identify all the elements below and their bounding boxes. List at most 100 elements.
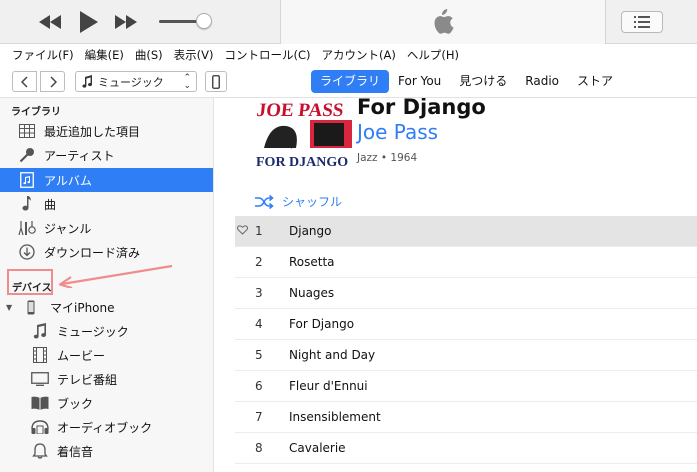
track-number: 5 [255,348,263,362]
menu-controls[interactable]: コントロール(C) [224,47,310,63]
audiobook-icon [31,418,49,436]
play-icon [80,11,98,33]
menu-account[interactable]: アカウント(A) [321,47,395,63]
track-name: Rosetta [289,255,335,269]
menu-edit[interactable]: 編集(E) [85,47,124,63]
apple-logo-icon [434,9,454,34]
tv-icon [31,370,49,388]
track-name: Cavalerie [289,441,346,455]
track-number: 1 [255,224,263,238]
media-type-select[interactable]: ミュージック ⌃ ⌄ [75,71,197,92]
sidebar-item-recently-added[interactable]: 最近追加した項目 [0,119,213,143]
sidebar-item-downloaded[interactable]: ダウンロード済み [0,240,213,264]
heart-icon[interactable] [237,225,248,235]
track-row[interactable]: 1 Django [235,216,697,247]
sidebar-item-genres[interactable]: ジャンル [0,216,213,240]
sidebar-item-label: 曲 [44,197,57,212]
menu-view[interactable]: 表示(V) [174,47,214,63]
track-row[interactable]: 4 For Django [235,309,697,340]
sidebar-item-albums[interactable]: アルバム [0,168,213,192]
rewind-button[interactable] [38,10,62,34]
sidebar-device-audiobooks[interactable]: オーディオブック [0,415,213,439]
track-row[interactable]: 8 Cavalerie [235,433,697,464]
album-artist-link[interactable]: Joe Pass [357,120,438,144]
book-icon [31,394,49,412]
chevron-right-icon [49,75,57,88]
annotation-arrow-icon [58,264,173,288]
updown-chevron-icon: ⌃ ⌄ [183,73,191,91]
sidebar-device-ringtones[interactable]: 着信音 [0,439,213,463]
chevron-left-icon [20,75,28,88]
device-name: マイiPhone [50,300,115,315]
library-tabs: ライブラリ For You 見つける Radio ストア [311,70,622,93]
menu-song[interactable]: 曲(S) [135,47,163,63]
menu-help[interactable]: ヘルプ(H) [407,47,459,63]
shuffle-button[interactable]: シャッフル [254,193,342,210]
sidebar-item-my-iphone[interactable]: ▼ マイiPhone [0,295,213,319]
annotation-highlight-box [7,269,53,295]
list-icon [634,16,650,28]
device-button[interactable] [205,71,227,92]
bell-icon [31,442,49,460]
track-row[interactable]: 2 Rosetta [235,247,697,278]
sidebar-item-label: ブック [57,396,94,411]
sidebar-item-label: ミュージック [57,324,129,339]
back-button[interactable] [12,71,37,92]
sidebar-device-movies[interactable]: ムービー [0,343,213,367]
sidebar-item-label: テレビ番組 [57,372,118,387]
track-name: Nuages [289,286,335,300]
iphone-icon [212,74,220,89]
track-number: 2 [255,255,263,269]
genre-icon [18,219,36,237]
grid-icon [18,122,36,140]
sidebar-item-label: オーディオブック [57,420,153,435]
fast-forward-icon [115,15,137,29]
iphone-icon [22,298,40,316]
sidebar-item-artists[interactable]: アーティスト [0,143,213,167]
menu-file[interactable]: ファイル(F) [12,47,74,63]
download-icon [18,243,36,261]
sidebar-device-books[interactable]: ブック [0,391,213,415]
track-list: 1 Django 2 Rosetta 3 Nuages 4 For Django… [235,216,697,464]
shuffle-label: シャッフル [282,195,343,209]
track-name: Fleur d'Ennui [289,379,368,393]
track-row[interactable]: 3 Nuages [235,278,697,309]
track-row[interactable]: 6 Fleur d'Ennui [235,371,697,402]
media-type-label: ミュージック [98,75,164,89]
track-name: Django [289,224,332,238]
tab-for-you[interactable]: For You [389,70,450,93]
album-title: For Django [357,98,486,119]
up-next-list-button[interactable] [621,11,663,33]
film-icon [31,346,49,364]
sidebar-device-tv-shows[interactable]: テレビ番組 [0,367,213,391]
sidebar-device-music[interactable]: ミュージック [0,319,213,343]
volume-slider-knob[interactable] [196,13,212,29]
track-name: Night and Day [289,348,376,362]
microphone-icon [18,146,36,164]
tab-browse[interactable]: 見つける [450,70,516,93]
rewind-icon [39,15,61,29]
tab-store[interactable]: ストア [568,70,622,93]
fast-forward-button[interactable] [114,10,138,34]
cover-title-top: JOE PASS [256,100,345,121]
sidebar-item-label: アルバム [44,173,92,188]
album-detail-pane: JOE PASS FOR DJANGO For Django Joe Pass … [214,98,697,472]
track-number: 3 [255,286,263,300]
track-row[interactable]: 5 Night and Day [235,340,697,371]
album-artwork[interactable]: JOE PASS FOR DJANGO [256,98,352,170]
shuffle-icon [255,194,274,209]
cover-title-bottom: FOR DJANGO [256,155,348,170]
forward-button[interactable] [40,71,65,92]
play-button[interactable] [76,10,100,34]
sidebar-item-label: 着信音 [57,444,94,459]
sidebar-item-label: ムービー [57,348,106,363]
tab-radio[interactable]: Radio [516,70,568,93]
track-number: 8 [255,441,263,455]
album-genre-year: Jazz • 1964 [357,152,418,164]
tab-library[interactable]: ライブラリ [311,70,390,93]
transport-controls [38,10,138,34]
sidebar-item-songs[interactable]: 曲 [0,192,213,216]
music-note-icon [82,75,92,88]
disclosure-triangle-icon[interactable]: ▼ [6,303,16,312]
track-row[interactable]: 7 Insensiblement [235,402,697,433]
